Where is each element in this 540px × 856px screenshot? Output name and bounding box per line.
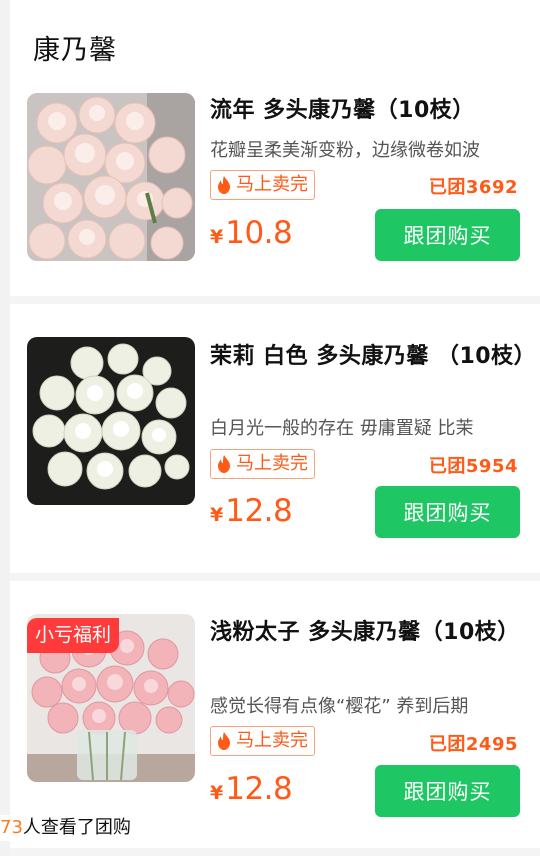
group-buy-count: 已团5954 bbox=[428, 456, 518, 477]
product-title[interactable]: 浅粉太子 多头康乃馨（10枝） bbox=[210, 616, 528, 649]
fire-icon bbox=[218, 176, 230, 194]
product-image-white-carnation[interactable] bbox=[27, 337, 195, 505]
group-buy-button[interactable]: 跟团购买 bbox=[375, 765, 520, 817]
product-image-light-pink-carnation[interactable]: 小亏福利 bbox=[27, 614, 195, 782]
currency-symbol: ¥ bbox=[210, 504, 224, 526]
price-value: 12.8 bbox=[225, 771, 293, 807]
selling-fast-badge: 马上卖完 bbox=[210, 449, 315, 479]
fire-icon bbox=[218, 732, 230, 750]
product-title[interactable]: 茉莉 白色 多头康乃馨 （10枝） bbox=[210, 340, 536, 373]
product-description: 感觉长得有点像“樱花” 养到后期 bbox=[210, 696, 469, 717]
viewer-count: 73 bbox=[0, 817, 23, 838]
group-buy-button[interactable]: 跟团购买 bbox=[375, 486, 520, 538]
section-title: 康乃馨 bbox=[33, 35, 117, 66]
group-buy-count: 已团2495 bbox=[428, 734, 518, 755]
group-buy-button[interactable]: 跟团购买 bbox=[375, 209, 520, 261]
badge-label: 马上卖完 bbox=[236, 453, 308, 474]
badge-label: 马上卖完 bbox=[236, 174, 308, 195]
price: ¥ 12.8 bbox=[210, 493, 293, 529]
product-description: 花瓣呈柔美渐变粉，边缘微卷如波 bbox=[210, 140, 480, 161]
product-image-pink-carnation[interactable] bbox=[27, 93, 195, 261]
fire-icon bbox=[218, 455, 230, 473]
viewer-count-toast: 73人查看了团购 bbox=[0, 815, 137, 841]
product-card[interactable]: 流年 多头康乃馨（10枝） 花瓣呈柔美渐变粉，边缘微卷如波 马上卖完 已团369… bbox=[10, 84, 540, 296]
selling-fast-badge: 马上卖完 bbox=[210, 170, 315, 200]
left-edge bbox=[0, 0, 10, 856]
divider bbox=[10, 296, 540, 304]
badge-label: 马上卖完 bbox=[236, 730, 308, 751]
currency-symbol: ¥ bbox=[210, 782, 224, 804]
product-title[interactable]: 流年 多头康乃馨（10枝） bbox=[210, 94, 528, 127]
price: ¥ 12.8 bbox=[210, 771, 293, 807]
selling-fast-badge: 马上卖完 bbox=[210, 726, 315, 756]
viewer-text: 人查看了团购 bbox=[22, 817, 131, 838]
price-value: 10.8 bbox=[225, 215, 293, 251]
price: ¥ 10.8 bbox=[210, 215, 293, 251]
currency-symbol: ¥ bbox=[210, 226, 224, 248]
divider bbox=[10, 573, 540, 581]
product-card[interactable]: 茉莉 白色 多头康乃馨 （10枝） 白月光一般的存在 毋庸置疑 比茉 马上卖完 … bbox=[10, 325, 540, 573]
group-buy-count: 已团3692 bbox=[428, 177, 518, 198]
product-description: 白月光一般的存在 毋庸置疑 比茉 bbox=[210, 418, 474, 439]
product-card[interactable]: 小亏福利 浅粉太子 多头康乃馨（10枝） 感觉长得有点像“樱花” 养到后期 马上… bbox=[10, 603, 540, 825]
price-value: 12.8 bbox=[225, 493, 293, 529]
promo-tag: 小亏福利 bbox=[27, 618, 120, 653]
bottom-divider bbox=[10, 848, 540, 856]
